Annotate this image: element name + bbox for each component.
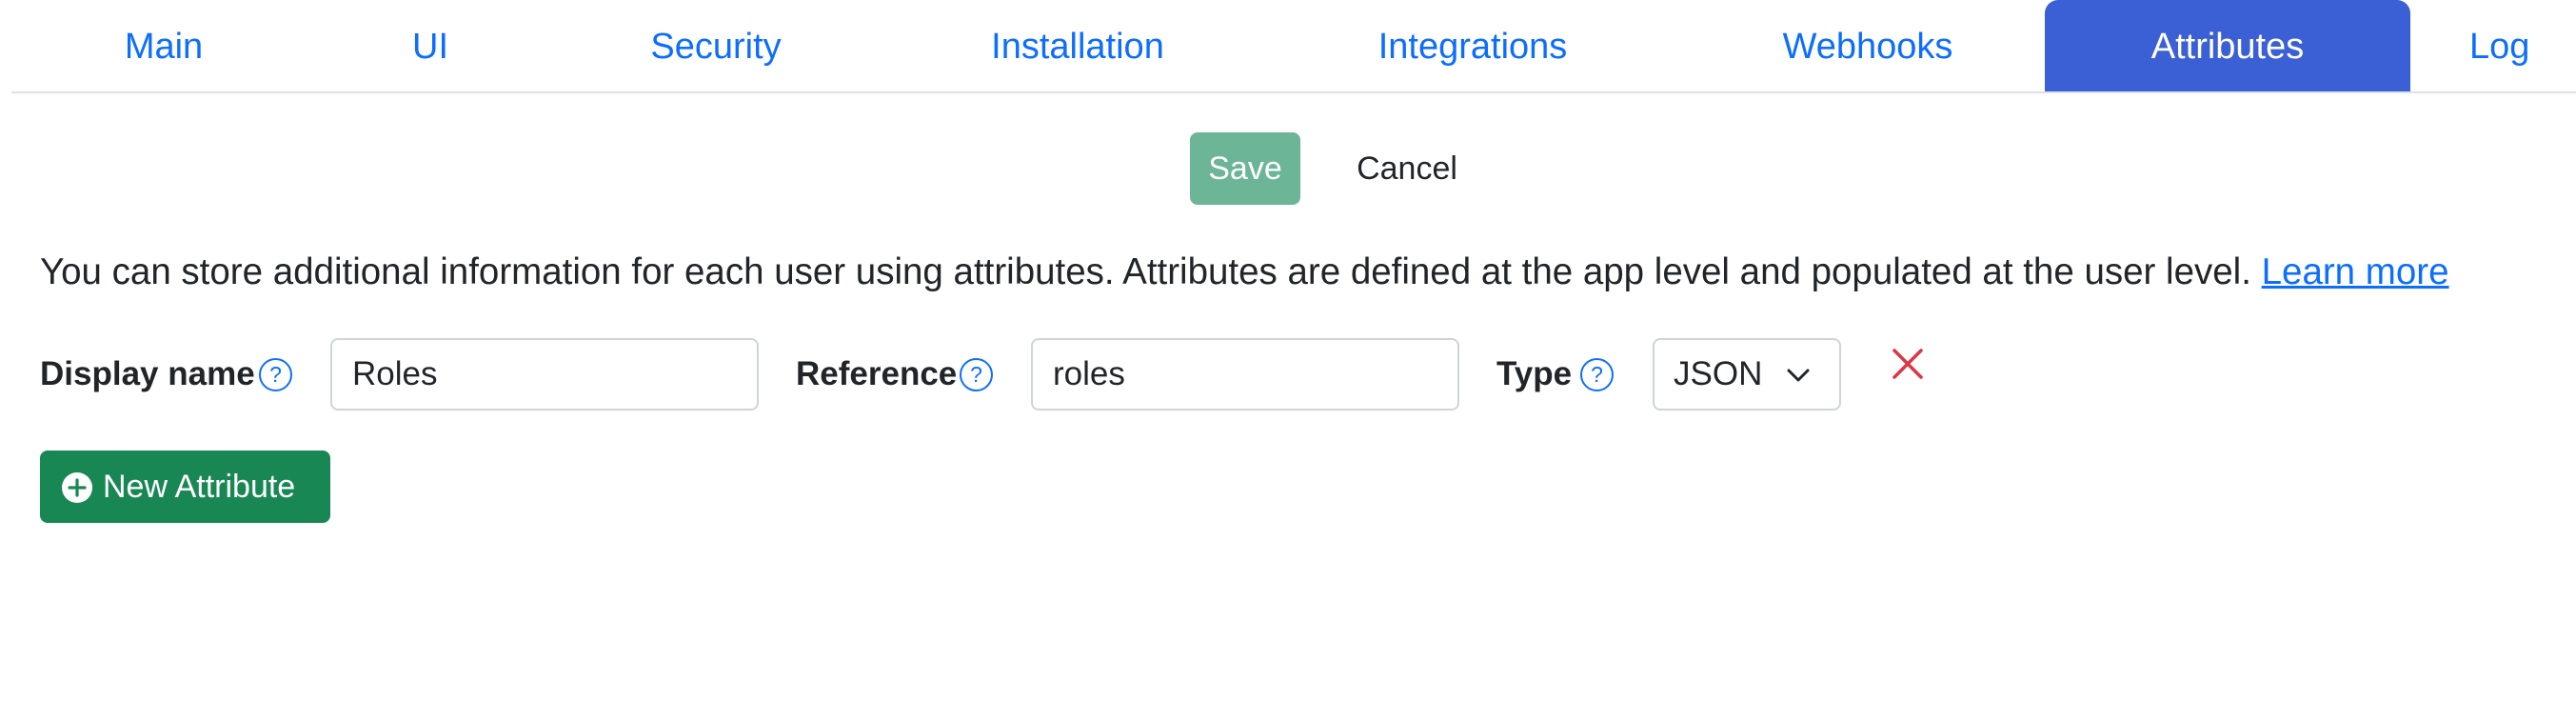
tab-log[interactable]: Log [2464, 0, 2576, 91]
type-label: Type [1496, 355, 1573, 392]
tab-security[interactable]: Security [602, 0, 830, 91]
attributes-description: You can store additional information for… [40, 246, 2449, 299]
chevron-down-icon [1787, 369, 1810, 382]
plus-circle-icon [62, 472, 92, 503]
type-select[interactable]: JSON [1653, 338, 1841, 411]
display-name-input[interactable] [330, 338, 759, 411]
display-name-help-icon[interactable]: ? [259, 358, 292, 391]
reference-input[interactable] [1031, 338, 1459, 411]
attributes-description-text: You can store additional information for… [40, 251, 2251, 292]
reference-help-icon[interactable]: ? [960, 358, 993, 391]
close-icon[interactable] [1891, 347, 1925, 381]
cancel-button[interactable]: Cancel [1340, 132, 1474, 205]
tab-webhooks[interactable]: Webhooks [1744, 0, 1991, 91]
save-button[interactable]: Save [1190, 132, 1300, 205]
type-select-value: JSON [1674, 355, 1763, 392]
tab-integrations[interactable]: Integrations [1344, 0, 1601, 91]
display-name-label: Display name [40, 355, 255, 392]
learn-more-link[interactable]: Learn more [2262, 251, 2449, 292]
tab-installation[interactable]: Installation [954, 0, 1201, 91]
tab-main[interactable]: Main [59, 0, 268, 91]
tab-ui[interactable]: UI [326, 0, 535, 91]
attributes-page: Main UI Security Installation Integratio… [0, 0, 2576, 701]
type-help-icon[interactable]: ? [1580, 358, 1614, 391]
tab-attributes[interactable]: Attributes [2045, 0, 2410, 91]
settings-tabs: Main UI Security Installation Integratio… [11, 0, 2576, 93]
new-attribute-label: New Attribute [103, 469, 296, 505]
new-attribute-button[interactable]: New Attribute [40, 451, 330, 523]
reference-label: Reference [796, 355, 958, 392]
